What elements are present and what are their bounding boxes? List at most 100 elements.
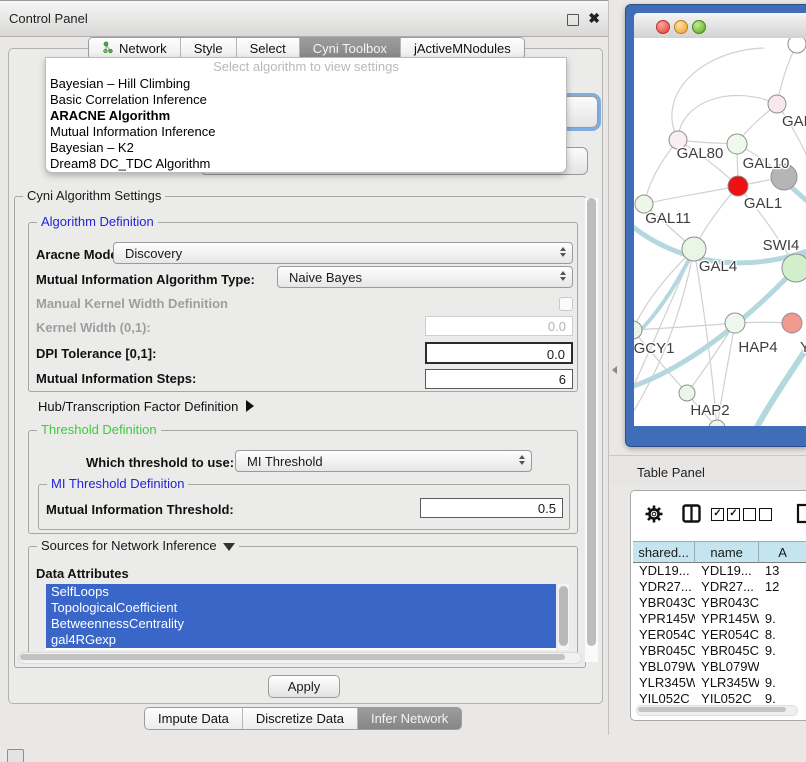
network-edge[interactable] [694, 249, 717, 426]
dropdown-item[interactable]: ARACNE Algorithm [46, 108, 566, 124]
mi-threshold-field[interactable]: 0.5 [420, 498, 563, 518]
network-node-gal-upper[interactable] [768, 95, 786, 113]
table-horizontal-scrollbar[interactable] [636, 705, 798, 716]
table-cell[interactable]: YBR045C [633, 643, 695, 659]
tab-select[interactable]: Select [237, 38, 300, 59]
table-cell[interactable]: YDL19... [633, 563, 695, 579]
kernel-width-field[interactable]: 0.0 [425, 316, 573, 336]
apply-button[interactable]: Apply [268, 675, 340, 698]
table-row[interactable]: YIL052CYIL052C9. [633, 691, 806, 704]
tab-style[interactable]: Style [181, 38, 237, 59]
mi-type-combo[interactable]: Naive Bayes [277, 266, 573, 288]
attribute-item[interactable]: BetweennessCentrality [46, 616, 556, 632]
table-row[interactable]: YDL19...YDL19...13 [633, 563, 806, 579]
scrollbar-thumb[interactable] [587, 198, 596, 646]
close-traffic-light-icon[interactable] [656, 20, 670, 34]
table-cell[interactable]: 9. [759, 643, 806, 659]
table-row[interactable]: YBR045CYBR045C9. [633, 643, 806, 659]
settings-horizontal-scrollbar[interactable] [18, 652, 582, 664]
network-node-HAP4[interactable] [725, 313, 745, 333]
table-cell[interactable]: YPR145W [695, 611, 759, 627]
hub-section-toggle[interactable]: Hub/Transcription Factor Definition [38, 399, 254, 414]
table-cell[interactable]: YLR345W [695, 675, 759, 691]
network-node-GAL10[interactable] [727, 134, 747, 154]
table-cell[interactable]: 13 [759, 563, 806, 579]
zoom-traffic-light-icon[interactable] [692, 20, 706, 34]
table-row[interactable]: YLR345WYLR345W9. [633, 675, 806, 691]
table-row[interactable]: YBR043CYBR043C [633, 595, 806, 611]
minimize-traffic-light-icon[interactable] [674, 20, 688, 34]
tab-cyni-toolbox[interactable]: Cyni Toolbox [300, 38, 401, 59]
table-cell[interactable]: YPR145W [633, 611, 695, 627]
scrollbar-thumb[interactable] [20, 654, 565, 660]
table-cell[interactable]: YER054C [633, 627, 695, 643]
network-edge[interactable] [678, 95, 777, 140]
attributes-vertical-scrollbar[interactable] [558, 584, 569, 650]
table-cell[interactable]: 9. [759, 675, 806, 691]
gear-icon[interactable] [645, 505, 663, 528]
scrollbar-thumb[interactable] [559, 586, 568, 646]
table-cell[interactable]: YBL079W [695, 659, 759, 675]
table-cell[interactable] [759, 659, 806, 675]
float-window-icon[interactable] [567, 14, 579, 26]
network-canvas[interactable]: GALGAL80GAL10GAL1GAL11GAL4SWI4GCY1HAP4YH… [634, 38, 806, 426]
settings-vertical-scrollbar[interactable] [585, 198, 598, 662]
attribute-item[interactable]: SelfLoops [46, 584, 556, 600]
tab-infer-network[interactable]: Infer Network [358, 708, 461, 729]
table-cell[interactable]: YDL19... [695, 563, 759, 579]
network-node-SWI4[interactable] [782, 254, 806, 282]
attribute-item[interactable]: gal4RGexp [46, 632, 556, 648]
table-row[interactable]: YDR27...YDR27...12 [633, 579, 806, 595]
table-cell[interactable] [759, 595, 806, 611]
table-cell[interactable]: 9. [759, 691, 806, 704]
network-edge[interactable] [644, 140, 678, 204]
table-cell[interactable]: 8. [759, 627, 806, 643]
network-edge[interactable] [634, 249, 694, 398]
splitter-collapse-icon[interactable] [612, 366, 617, 374]
tab-discretize-data[interactable]: Discretize Data [243, 708, 358, 729]
table-cell[interactable]: 9. [759, 611, 806, 627]
aracne-mode-combo[interactable]: Discovery [113, 242, 573, 264]
network-edge[interactable] [634, 323, 735, 330]
table-cell[interactable]: YDR27... [633, 579, 695, 595]
table-row[interactable]: YBL079WYBL079W [633, 659, 806, 675]
tab-impute-data[interactable]: Impute Data [145, 708, 243, 729]
table-cell[interactable]: YIL052C [695, 691, 759, 704]
table-cell[interactable]: YDR27... [695, 579, 759, 595]
dropdown-item[interactable]: Bayesian – Hill Climbing [46, 76, 566, 92]
table-cell[interactable]: YBR043C [633, 595, 695, 611]
dpi-tolerance-field[interactable]: 0.0 [425, 342, 573, 364]
network-node-top-partial[interactable] [788, 38, 806, 53]
table-cell[interactable]: 12 [759, 579, 806, 595]
table-cell[interactable]: YIL052C [633, 691, 695, 704]
new-table-icon[interactable] [796, 503, 806, 529]
network-node-GCY1[interactable] [634, 321, 642, 339]
dropdown-item[interactable]: Bayesian – K2 [46, 140, 566, 156]
network-node-red-hub[interactable] [728, 176, 748, 196]
table-row[interactable]: YER054CYER054C8. [633, 627, 806, 643]
deselect-all-checkboxes-icon[interactable] [743, 508, 772, 521]
network-edge[interactable] [672, 48, 764, 140]
collapsed-panel-icon[interactable] [7, 749, 24, 762]
close-icon[interactable]: ✖ [588, 10, 600, 27]
scrollbar-thumb[interactable] [638, 707, 786, 712]
column-header[interactable]: shared... [633, 541, 695, 563]
which-threshold-combo[interactable]: MI Threshold [235, 450, 532, 472]
dropdown-item[interactable]: Dream8 DC_TDC Algorithm [46, 156, 566, 172]
dropdown-item[interactable]: Mutual Information Inference [46, 124, 566, 140]
manual-kernel-checkbox[interactable] [559, 297, 573, 311]
network-node-HAP2[interactable] [679, 385, 695, 401]
column-header[interactable]: name [695, 541, 759, 563]
dropdown-item[interactable]: Basic Correlation Inference [46, 92, 566, 108]
network-node-salmon-node[interactable] [782, 313, 802, 333]
mi-steps-field[interactable]: 6 [425, 369, 573, 389]
tab-network[interactable]: Network [89, 38, 181, 59]
table-row[interactable]: YPR145WYPR145W9. [633, 611, 806, 627]
table-cell[interactable]: YER054C [695, 627, 759, 643]
tab-jactivemnodules[interactable]: jActiveMNodules [401, 38, 524, 59]
split-columns-icon[interactable] [682, 504, 701, 528]
attribute-item[interactable]: TopologicalCoefficient [46, 600, 556, 616]
table-cell[interactable]: YLR345W [633, 675, 695, 691]
table-cell[interactable]: YBL079W [633, 659, 695, 675]
table-cell[interactable]: YBR045C [695, 643, 759, 659]
